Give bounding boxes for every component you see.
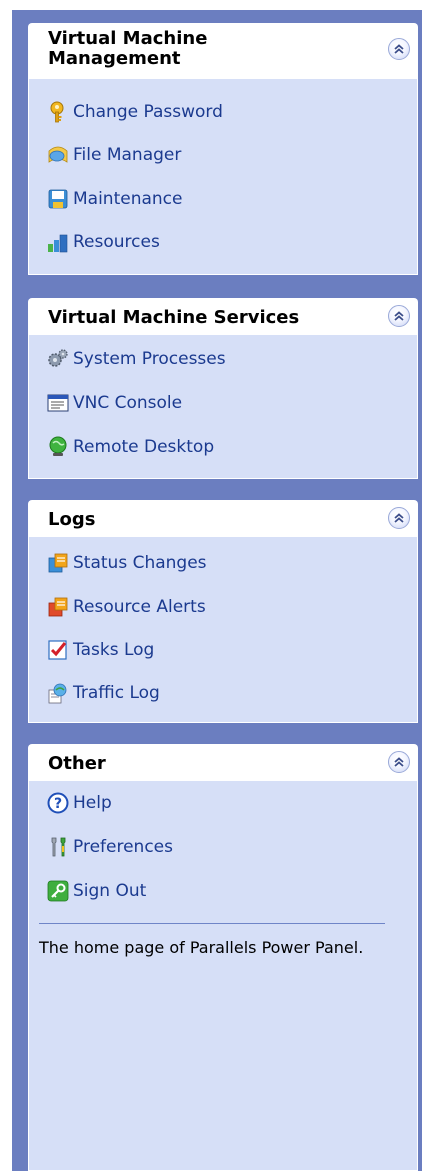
- remote-desktop-icon: [49, 436, 67, 456]
- panel-title: Logs: [48, 509, 96, 530]
- sidebar-item-label: Traffic Log: [73, 683, 160, 703]
- panel-title: Virtual Machine Services: [48, 307, 300, 328]
- panel-body: Change Password File Manager Maintenance: [28, 79, 418, 275]
- chevron-up-icon: [394, 513, 404, 523]
- gears-icon: [48, 349, 68, 367]
- floppy-disk-icon: [48, 189, 68, 209]
- panel-vm-services: Virtual Machine Services System Processe…: [28, 298, 418, 479]
- sidebar: Virtual Machine Management Change Passwo…: [12, 10, 422, 1171]
- sidebar-item-label: Status Changes: [73, 553, 207, 573]
- sidebar-item-traffic-log[interactable]: Traffic Log: [47, 679, 160, 707]
- panel-vm-management: Virtual Machine Management Change Passwo…: [28, 23, 418, 275]
- sidebar-item-file-manager[interactable]: File Manager: [47, 141, 181, 169]
- collapse-button[interactable]: [388, 38, 410, 60]
- panel-logs: Logs Status Changes Resource Alerts Task…: [28, 500, 418, 723]
- sidebar-item-resources[interactable]: Resources: [47, 228, 160, 256]
- collapse-button[interactable]: [388, 507, 410, 529]
- sidebar-item-resource-alerts[interactable]: Resource Alerts: [47, 593, 206, 621]
- panel-body: Status Changes Resource Alerts Tasks Log: [28, 537, 418, 723]
- panel-header: Other: [28, 744, 418, 781]
- sidebar-item-label: Resources: [73, 232, 160, 252]
- collapse-button[interactable]: [388, 305, 410, 327]
- panel-title: Other: [48, 753, 106, 774]
- panel-other: Other ? Help Preferences Sign Out The ho…: [28, 744, 418, 1171]
- sidebar-item-sign-out[interactable]: Sign Out: [47, 877, 146, 905]
- sidebar-item-label: Resource Alerts: [73, 597, 206, 617]
- sidebar-item-tasks-log[interactable]: Tasks Log: [47, 636, 154, 664]
- sidebar-item-label: Remote Desktop: [73, 437, 215, 457]
- chevron-up-icon: [394, 44, 404, 54]
- bar-chart-icon: [48, 234, 68, 253]
- sidebar-item-label: Help: [73, 793, 112, 813]
- sidebar-item-change-password[interactable]: Change Password: [47, 98, 223, 126]
- panel-body: System Processes VNC Console Remote Desk…: [28, 335, 418, 479]
- status-changes-icon: [48, 553, 68, 573]
- sidebar-item-system-processes[interactable]: System Processes: [47, 345, 226, 373]
- traffic-log-icon: [48, 683, 67, 704]
- sidebar-item-vnc-console[interactable]: VNC Console: [47, 389, 182, 417]
- key-icon: [50, 101, 64, 123]
- console-window-icon: [47, 394, 69, 412]
- sidebar-item-label: Change Password: [73, 102, 223, 122]
- panel-header: Virtual Machine Management: [28, 23, 418, 79]
- panel-title: Virtual Machine Management: [48, 28, 208, 69]
- sidebar-item-label: Sign Out: [73, 881, 147, 901]
- chevron-up-icon: [394, 757, 404, 767]
- sidebar-item-label: System Processes: [73, 349, 226, 369]
- resource-alerts-icon: [48, 597, 68, 617]
- sidebar-item-label: Preferences: [73, 837, 173, 857]
- sidebar-item-preferences[interactable]: Preferences: [47, 833, 173, 861]
- panel-header: Virtual Machine Services: [28, 298, 418, 335]
- panel-body: ? Help Preferences Sign Out The home pag…: [28, 781, 418, 1171]
- sidebar-item-status-changes[interactable]: Status Changes: [47, 549, 207, 577]
- help-icon: ?: [47, 792, 69, 814]
- sign-out-icon: [47, 880, 69, 902]
- sidebar-item-label: File Manager: [73, 145, 182, 165]
- svg-text:?: ?: [54, 796, 62, 812]
- sidebar-item-label: Maintenance: [73, 189, 183, 209]
- wrenches-icon: [51, 837, 66, 857]
- divider: [39, 923, 385, 924]
- file-manager-icon: [48, 146, 68, 163]
- sidebar-item-maintenance[interactable]: Maintenance: [47, 185, 182, 213]
- checklist-icon: [48, 640, 67, 660]
- sidebar-item-remote-desktop[interactable]: Remote Desktop: [47, 433, 214, 461]
- sidebar-item-help[interactable]: ? Help: [47, 789, 112, 817]
- collapse-button[interactable]: [388, 751, 410, 773]
- sidebar-item-label: Tasks Log: [73, 640, 155, 660]
- sidebar-item-label: VNC Console: [73, 393, 183, 413]
- chevron-up-icon: [394, 311, 404, 321]
- panel-header: Logs: [28, 500, 418, 537]
- panel-description: The home page of Parallels Power Panel.: [39, 938, 364, 957]
